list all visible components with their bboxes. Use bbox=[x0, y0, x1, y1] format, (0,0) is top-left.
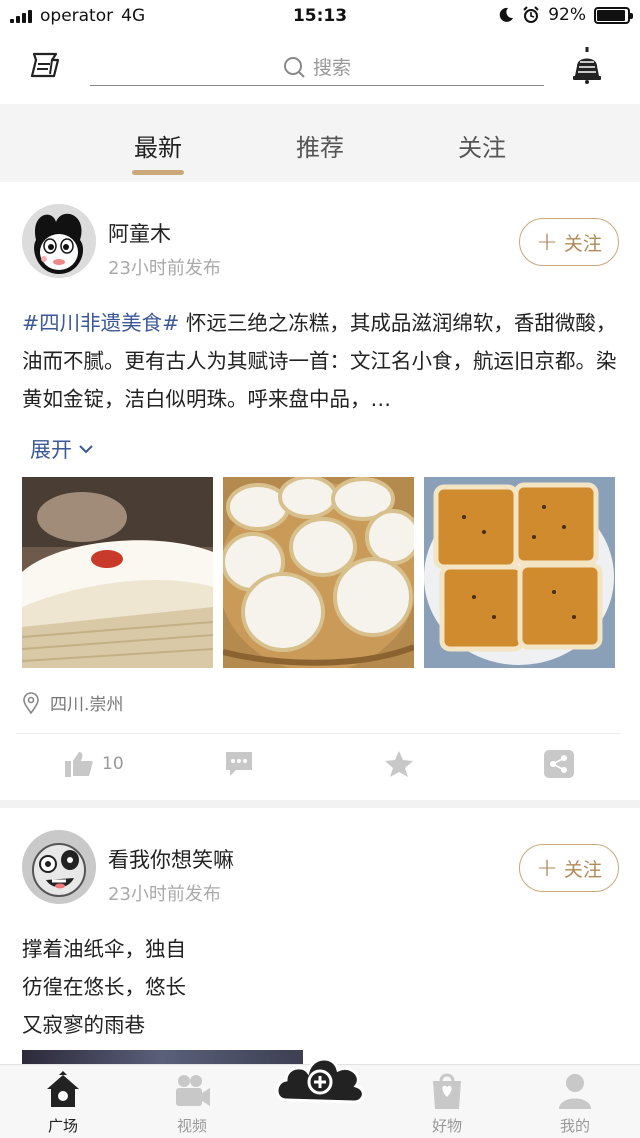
divider bbox=[16, 733, 620, 734]
video-camera-icon bbox=[176, 1075, 210, 1106]
house-icon bbox=[47, 1071, 79, 1107]
scroll-icon[interactable] bbox=[28, 48, 64, 82]
search-icon bbox=[283, 56, 305, 78]
favorite-button[interactable] bbox=[384, 750, 414, 778]
favorite-icon bbox=[385, 751, 413, 777]
expand-label: 展开 bbox=[30, 438, 72, 462]
search-placeholder: 搜索 bbox=[312, 57, 351, 79]
expand-button[interactable]: 展开 bbox=[30, 434, 94, 464]
post-body: 撑着油纸伞，独自 彷徨在悠长，悠长 又寂寥的雨巷 bbox=[22, 930, 620, 1044]
like-button[interactable]: 10 bbox=[64, 750, 124, 778]
feed-tabs: 最新 推荐 关注 bbox=[0, 104, 640, 182]
like-icon bbox=[65, 752, 93, 777]
tab-following[interactable]: 关注 bbox=[442, 128, 522, 163]
user-icon bbox=[559, 1074, 591, 1109]
bell-icon[interactable] bbox=[568, 44, 606, 84]
post-time: 23小时前发布 bbox=[108, 258, 221, 279]
panda-avatar-image bbox=[22, 830, 96, 904]
nav-label: 广场 bbox=[47, 1117, 78, 1135]
follow-button[interactable]: + 关注 bbox=[519, 844, 619, 892]
post-line: 撑着油纸伞，独自 bbox=[22, 937, 186, 961]
follow-label: 关注 bbox=[563, 232, 602, 255]
post-card: 阿童木 23小时前发布 + 关注 #四川非遗美食# 怀远三绝之冻糕，其成品滋润绵… bbox=[0, 182, 640, 800]
astro-boy-avatar-image bbox=[22, 204, 96, 278]
plus-icon: + bbox=[536, 853, 558, 883]
moon-icon bbox=[499, 7, 514, 22]
location-pin-icon bbox=[23, 691, 39, 714]
post-body: #四川非遗美食# 怀远三绝之冻糕，其成品滋润绵软，香甜微酸，油而不腻。更有古人为… bbox=[22, 304, 620, 418]
post-time: 23小时前发布 bbox=[108, 884, 221, 905]
battery-icon bbox=[594, 6, 633, 24]
post-photo-2[interactable] bbox=[223, 477, 414, 668]
brown-sesame-cakes-photo bbox=[424, 477, 615, 668]
top-header: 搜索 bbox=[0, 34, 640, 104]
post-location[interactable]: 四川.崇州 bbox=[22, 690, 123, 715]
battery-fill bbox=[597, 9, 625, 21]
nav-label: 好物 bbox=[431, 1117, 462, 1135]
nav-goods[interactable]: 好物 bbox=[412, 1071, 482, 1136]
share-icon bbox=[544, 750, 574, 778]
nav-plaza[interactable]: 广场 bbox=[7, 1065, 119, 1138]
app-screen: operator 4G 15:13 92% 搜索 最新 推荐 关注 阿童木 23… bbox=[0, 0, 640, 1138]
battery-percent: 92% bbox=[548, 5, 586, 25]
nav-video[interactable]: 视频 bbox=[157, 1071, 227, 1136]
plus-icon: + bbox=[536, 227, 558, 257]
steamed-cake-with-goji-photo bbox=[22, 477, 213, 668]
follow-button[interactable]: + 关注 bbox=[519, 218, 619, 266]
avatar[interactable] bbox=[22, 830, 96, 904]
like-count: 10 bbox=[102, 754, 124, 774]
gift-bag-icon bbox=[433, 1073, 461, 1109]
avatar[interactable] bbox=[22, 204, 96, 278]
active-tab-indicator bbox=[132, 170, 184, 175]
comment-icon bbox=[226, 752, 252, 776]
share-button[interactable] bbox=[544, 750, 574, 778]
post-line: 又寂寥的雨巷 bbox=[22, 1013, 145, 1037]
post-author-name[interactable]: 看我你想笑嘛 bbox=[108, 844, 234, 874]
nav-label: 我的 bbox=[559, 1117, 590, 1135]
nav-label: 视频 bbox=[176, 1117, 207, 1135]
status-right: 92% bbox=[498, 5, 633, 25]
post-card: 看我你想笑嘛 23小时前发布 + 关注 撑着油纸伞，独自 彷徨在悠长，悠长 又寂… bbox=[0, 808, 640, 1070]
tab-recommended[interactable]: 推荐 bbox=[280, 128, 360, 163]
white-rice-cakes-in-steamer-photo bbox=[223, 477, 414, 668]
follow-label: 关注 bbox=[563, 858, 602, 881]
alarm-icon bbox=[523, 6, 539, 23]
post-photo-3[interactable] bbox=[424, 477, 615, 668]
nav-mine[interactable]: 我的 bbox=[540, 1071, 610, 1136]
status-bar: operator 4G 15:13 92% bbox=[0, 0, 640, 34]
tab-latest[interactable]: 最新 bbox=[118, 128, 198, 163]
location-label: 四川.崇州 bbox=[50, 695, 124, 715]
comment-button[interactable] bbox=[224, 750, 254, 778]
post-line: 彷徨在悠长，悠长 bbox=[22, 975, 186, 999]
post-photo-1[interactable] bbox=[22, 477, 213, 668]
post-author-name[interactable]: 阿童木 bbox=[108, 218, 171, 248]
add-cloud-icon[interactable] bbox=[272, 1046, 368, 1108]
hashtag-link[interactable]: #四川非遗美食# bbox=[22, 311, 179, 335]
chevron-down-icon bbox=[79, 445, 93, 454]
search-bar[interactable]: 搜索 bbox=[90, 48, 544, 86]
